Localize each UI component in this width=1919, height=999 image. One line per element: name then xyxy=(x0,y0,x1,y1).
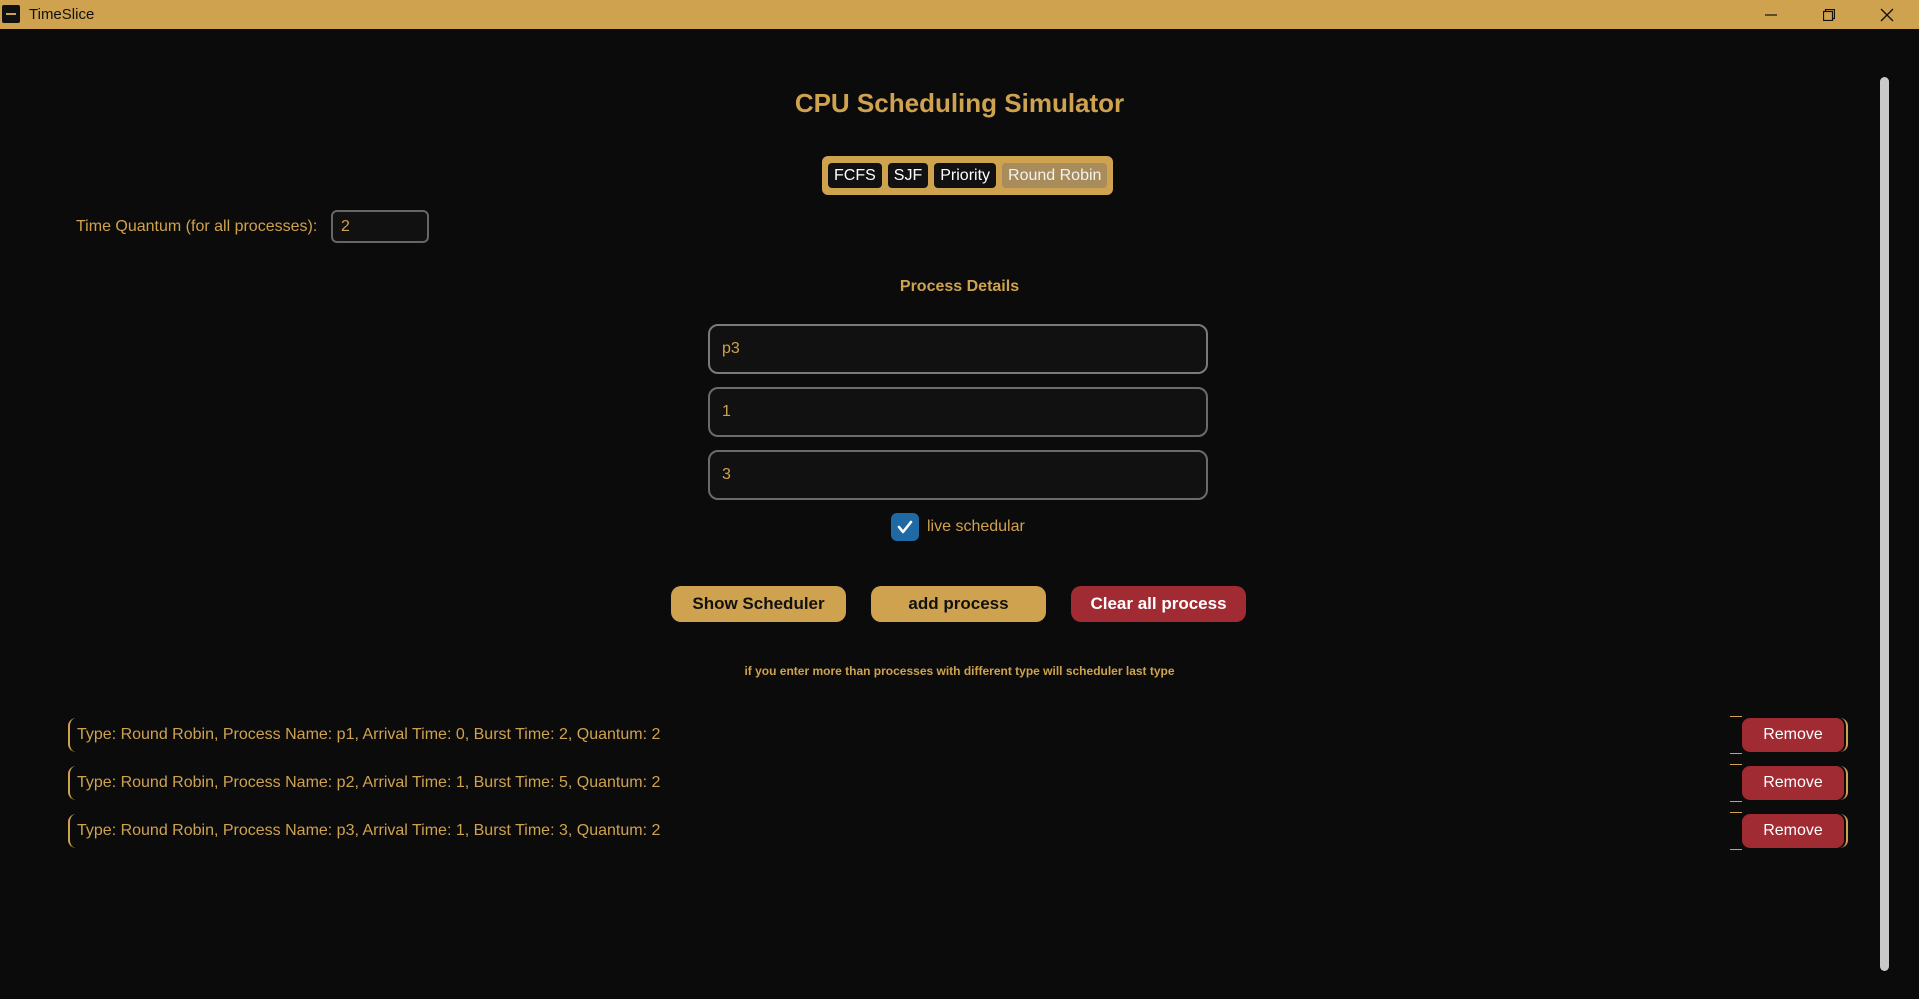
close-icon xyxy=(1880,8,1894,21)
scrollbar-thumb[interactable] xyxy=(1880,77,1889,971)
remove-button[interactable]: Remove xyxy=(1742,766,1844,800)
live-scheduler-label: live schedular xyxy=(927,518,1025,535)
tab-priority[interactable]: Priority xyxy=(934,163,997,188)
time-quantum-label: Time Quantum (for all processes): xyxy=(76,218,318,235)
arrival-time-input[interactable] xyxy=(708,387,1208,437)
show-scheduler-button[interactable]: Show Scheduler xyxy=(671,586,846,622)
minimize-icon xyxy=(1765,13,1777,16)
minimize-button[interactable] xyxy=(1748,0,1794,29)
process-entry-text: Type: Round Robin, Process Name: p2, Arr… xyxy=(68,766,660,800)
page-title: CPU Scheduling Simulator xyxy=(794,88,1125,118)
hint-text: if you enter more than processes with di… xyxy=(744,664,1175,678)
tab-round-robin[interactable]: Round Robin xyxy=(1002,163,1108,188)
remove-button[interactable]: Remove xyxy=(1742,718,1844,752)
algorithm-selector: FCFS SJF Priority Round Robin xyxy=(822,156,1114,195)
remove-button[interactable]: Remove xyxy=(1742,814,1844,848)
process-entry-text: Type: Round Robin, Process Name: p3, Arr… xyxy=(68,814,660,848)
restore-button[interactable] xyxy=(1806,0,1852,29)
process-details-title: Process Details xyxy=(899,278,1020,295)
window-title: TimeSlice xyxy=(29,6,95,23)
process-name-input[interactable] xyxy=(708,324,1208,374)
title-bar: TimeSlice xyxy=(0,0,1919,29)
live-scheduler-row: live schedular xyxy=(891,512,1025,542)
tab-fcfs[interactable]: FCFS xyxy=(828,163,882,188)
burst-time-input[interactable] xyxy=(708,450,1208,500)
checkmark-icon xyxy=(897,520,913,534)
list-item: Type: Round Robin, Process Name: p2, Arr… xyxy=(68,764,1848,802)
live-scheduler-checkbox[interactable] xyxy=(891,513,919,541)
scrollbar[interactable] xyxy=(1878,77,1890,971)
list-item: Type: Round Robin, Process Name: p1, Arr… xyxy=(68,716,1848,754)
clear-all-button[interactable]: Clear all process xyxy=(1071,586,1246,622)
restore-icon xyxy=(1823,8,1835,21)
close-button[interactable] xyxy=(1864,0,1910,29)
add-process-button[interactable]: add process xyxy=(871,586,1046,622)
app-icon xyxy=(2,5,20,23)
list-item: Type: Round Robin, Process Name: p3, Arr… xyxy=(68,812,1848,850)
process-entry-text: Type: Round Robin, Process Name: p1, Arr… xyxy=(68,718,660,752)
tab-sjf[interactable]: SJF xyxy=(887,163,929,188)
time-quantum-input[interactable] xyxy=(331,210,429,243)
